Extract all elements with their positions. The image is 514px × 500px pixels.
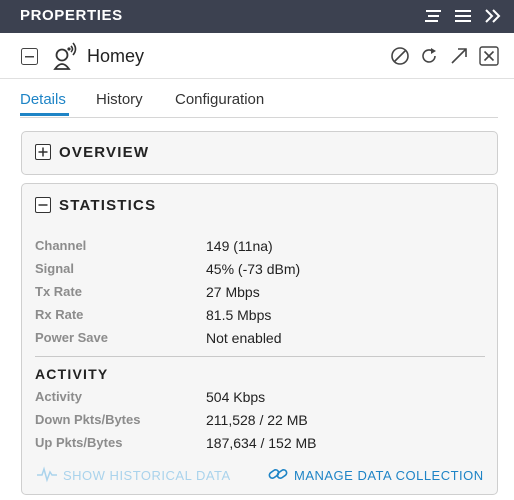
statistics-title: STATISTICS bbox=[59, 197, 157, 214]
active-tab-indicator bbox=[20, 113, 69, 116]
manage-data-collection-label: MANAGE DATA COLLECTION bbox=[294, 468, 484, 483]
overview-title: OVERVIEW bbox=[59, 144, 150, 161]
stat-label: Rx Rate bbox=[35, 307, 84, 322]
sort-icon[interactable] bbox=[422, 5, 444, 27]
device-name: Homey bbox=[87, 46, 145, 66]
expand-section-icon bbox=[35, 144, 51, 160]
activity-value: 504 Kbps bbox=[206, 389, 266, 405]
activity-chart-icon bbox=[37, 466, 57, 483]
collapse-section-icon bbox=[35, 197, 51, 213]
expand-icon[interactable] bbox=[449, 46, 469, 66]
menu-icon[interactable] bbox=[452, 5, 474, 27]
show-historical-data-label: SHOW HISTORICAL DATA bbox=[63, 468, 231, 483]
stat-value: 81.5 Mbps bbox=[206, 307, 272, 323]
stat-label: Channel bbox=[35, 238, 87, 253]
activity-title: ACTIVITY bbox=[35, 366, 109, 382]
tab-history[interactable]: History bbox=[96, 91, 143, 108]
activity-label: Up Pkts/Bytes bbox=[35, 435, 123, 450]
activity-label: Activity bbox=[35, 389, 82, 404]
stat-value: Not enabled bbox=[206, 330, 282, 346]
stat-value: 149 (11na) bbox=[206, 238, 273, 254]
stat-value: 45% (-73 dBm) bbox=[206, 261, 301, 277]
statistics-header[interactable]: STATISTICS bbox=[22, 184, 497, 226]
device-header: Homey bbox=[0, 33, 514, 79]
refresh-icon[interactable] bbox=[419, 46, 439, 66]
stat-label: Power Save bbox=[35, 330, 108, 345]
collapse-icon[interactable] bbox=[21, 48, 38, 65]
stat-value: 27 Mbps bbox=[206, 284, 260, 300]
tab-details[interactable]: Details bbox=[20, 91, 66, 108]
block-icon[interactable] bbox=[390, 46, 410, 66]
overview-header[interactable]: OVERVIEW bbox=[22, 132, 497, 174]
section-divider bbox=[35, 356, 485, 357]
link-icon bbox=[268, 469, 288, 479]
activity-value: 211,528 / 22 MB bbox=[206, 412, 308, 428]
tab-bar: Details History Configuration bbox=[20, 79, 498, 118]
wireless-client-icon bbox=[53, 42, 77, 70]
activity-value: 187,634 / 152 MB bbox=[206, 435, 317, 451]
stat-label: Tx Rate bbox=[35, 284, 82, 299]
close-icon[interactable] bbox=[479, 46, 499, 66]
collapse-panel-icon[interactable] bbox=[482, 5, 504, 27]
stat-label: Signal bbox=[35, 261, 75, 276]
properties-bar: PROPERTIES bbox=[0, 0, 514, 33]
activity-label: Down Pkts/Bytes bbox=[35, 412, 141, 427]
overview-section: OVERVIEW bbox=[21, 131, 498, 175]
tab-configuration[interactable]: Configuration bbox=[175, 91, 264, 108]
panel-title: PROPERTIES bbox=[20, 7, 123, 24]
statistics-section: STATISTICS Channel 149 (11na) Signal 45%… bbox=[21, 183, 498, 495]
